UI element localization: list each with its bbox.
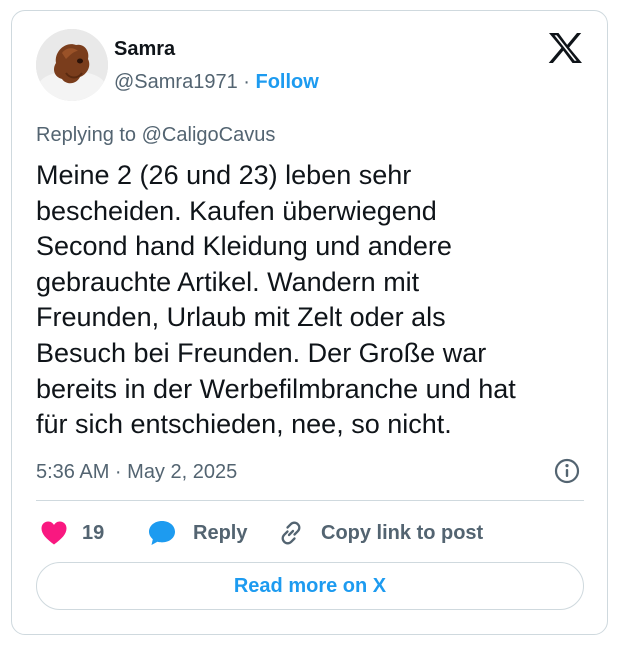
- tweet-text-line: Second hand Kleidung und andere: [36, 231, 452, 262]
- avatar[interactable]: [36, 29, 108, 101]
- tweet-text-line: gebrauchte Artikel. Wandern mit: [36, 266, 420, 297]
- author-handle-row: @Samra1971 · Follow: [114, 68, 319, 96]
- avatar-image: [36, 29, 108, 101]
- follow-button[interactable]: Follow: [256, 71, 319, 93]
- author-handle[interactable]: @Samra1971: [114, 71, 238, 93]
- link-icon: [281, 521, 301, 545]
- reply-label: Reply: [193, 521, 248, 544]
- author-name[interactable]: Samra: [114, 36, 175, 62]
- tweet-text-line: Besuch bei Freunden. Der Große war: [36, 337, 487, 368]
- divider: [36, 500, 584, 501]
- reply-context-prefix: Replying to: [36, 124, 137, 146]
- tweet-text-line: für sich entschieden, nee, so nicht.: [36, 409, 452, 440]
- speech-bubble-icon: [149, 521, 175, 545]
- copy-link-label: Copy link to post: [321, 521, 484, 544]
- info-icon[interactable]: [553, 457, 581, 485]
- tweet-text-line: bescheiden. Kaufen überwiegend: [36, 195, 437, 226]
- tweet-text-line: Freunden, Urlaub mit Zelt oder als: [36, 302, 446, 333]
- reply-mention-link[interactable]: @CaligoCavus: [142, 124, 276, 146]
- copy-link-button[interactable]: Copy link to post: [277, 517, 483, 549]
- tweet-text-line: Meine 2 (26 und 23) leben sehr: [36, 160, 412, 190]
- tweet-text: Meine 2 (26 und 23) leben sehr bescheide…: [36, 158, 596, 443]
- tweet-text-line: bereits in der Werbefilmbranche und hat: [36, 373, 516, 404]
- tweet-timestamp[interactable]: 5:36 AM · May 2, 2025: [36, 458, 237, 486]
- separator-dot: ·: [243, 71, 250, 93]
- reply-context: Replying to @CaligoCavus: [36, 121, 275, 149]
- like-button[interactable]: 19: [40, 517, 104, 549]
- x-logo-icon[interactable]: [547, 32, 583, 64]
- read-more-button[interactable]: Read more on X: [36, 562, 584, 610]
- like-count: 19: [82, 521, 105, 544]
- reply-button[interactable]: Reply: [147, 517, 247, 549]
- heart-icon: [41, 521, 67, 545]
